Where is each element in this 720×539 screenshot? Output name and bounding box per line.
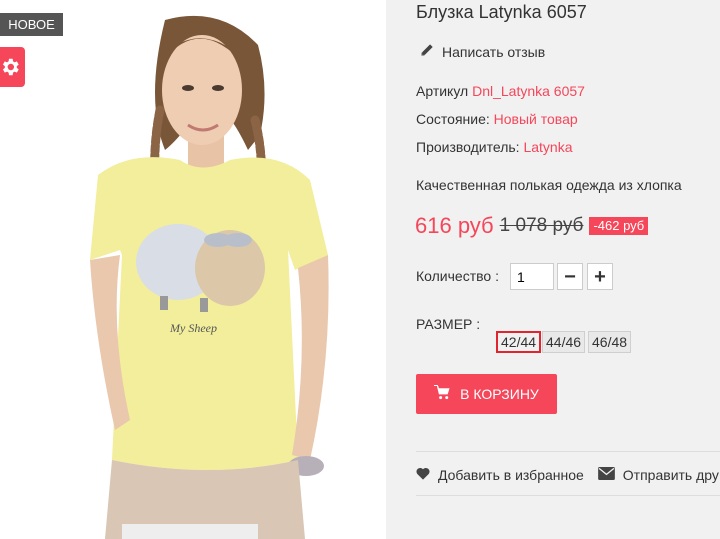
quantity-increase-button[interactable]: + [587, 263, 613, 290]
size-option-42-44[interactable]: 42/44 [496, 331, 542, 353]
add-to-wishlist-link[interactable]: Добавить в избранное [416, 467, 584, 483]
divider-bottom [416, 495, 720, 496]
new-badge: НОВОЕ [0, 13, 63, 36]
gear-icon [2, 56, 21, 78]
thumbnail-strip[interactable] [122, 524, 258, 539]
send-to-friend-link[interactable]: Отправить дру [597, 467, 719, 483]
settings-button[interactable] [0, 47, 25, 87]
write-review-link[interactable]: Написать отзыв [420, 43, 545, 60]
discount-badge: -462 руб [589, 217, 649, 235]
add-to-wishlist-label: Добавить в избранное [438, 467, 584, 483]
condition-row: Состояние: Новый товар [416, 111, 578, 127]
send-to-friend-label: Отправить дру [622, 467, 719, 483]
size-option-46-48[interactable]: 46/48 [588, 331, 632, 353]
action-links: Добавить в избранное Отправить дру [416, 467, 719, 483]
article-label: Артикул [416, 83, 469, 99]
cart-icon [434, 385, 451, 403]
price-current: 616 руб [415, 213, 494, 238]
quantity-decrease-button[interactable]: − [557, 263, 583, 290]
envelope-icon [597, 467, 615, 483]
tshirt-print-text: My Sheep [169, 321, 217, 335]
size-option-44-46[interactable]: 44/46 [542, 331, 586, 353]
price-row: 616 руб 1 078 руб -462 руб [415, 213, 649, 239]
condition-label: Состояние: [416, 111, 490, 127]
size-label: РАЗМЕР : [416, 316, 481, 332]
quantity-input[interactable] [510, 263, 554, 290]
product-info-panel: Блузка Latynka 6057 Написать отзыв Артик… [386, 0, 720, 539]
write-review-label: Написать отзыв [442, 43, 546, 60]
heart-icon [416, 467, 430, 483]
product-description: Качественная полькая одежда из хлопка [416, 177, 682, 193]
product-title: Блузка Latynka 6057 [416, 2, 587, 22]
article-value: Dnl_Latynka 6057 [472, 83, 585, 99]
manufacturer-link[interactable]: Latynka [523, 139, 572, 155]
product-image-area: My Sheep НОВОЕ [0, 0, 386, 539]
add-to-cart-label: В КОРЗИНУ [460, 386, 539, 402]
divider-top [416, 451, 720, 452]
manufacturer-row: Производитель: Latynka [416, 139, 573, 155]
quantity-label: Количество : [416, 268, 499, 284]
product-photo[interactable]: My Sheep [60, 0, 380, 539]
manufacturer-label: Производитель: [416, 139, 520, 155]
pencil-icon [420, 43, 434, 60]
add-to-cart-button[interactable]: В КОРЗИНУ [416, 374, 557, 414]
price-old: 1 078 руб [499, 215, 584, 236]
article-row: Артикул Dnl_Latynka 6057 [416, 83, 585, 99]
condition-value: Новый товар [493, 111, 578, 127]
